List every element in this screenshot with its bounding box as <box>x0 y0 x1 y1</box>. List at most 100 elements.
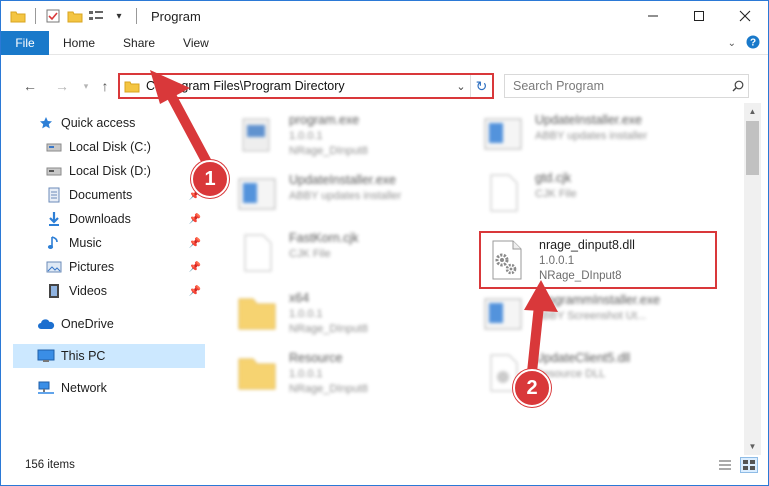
computer-icon <box>37 347 55 365</box>
refresh-icon[interactable]: ↻ <box>470 75 492 97</box>
minimize-icon[interactable] <box>630 1 676 31</box>
nav-item-label: Downloads <box>69 212 131 226</box>
view-switcher <box>716 457 758 473</box>
file-name: FastKorn.cjk <box>289 231 359 245</box>
file-name: program.exe <box>289 113 360 127</box>
file-name: gtd.cjk <box>535 171 572 185</box>
nav-item-documents[interactable]: Documents 📌 <box>45 183 207 207</box>
nav-item-videos[interactable]: Videos 📌 <box>45 279 207 303</box>
vertical-scrollbar[interactable]: ▲ ▼ <box>744 103 761 455</box>
installer-icon <box>481 293 525 337</box>
title-bar: ▾ Program <box>1 1 768 31</box>
nav-item-music[interactable]: Music 📌 <box>45 231 207 255</box>
details-view-icon[interactable] <box>716 457 734 473</box>
file-detail: Resource DLL <box>535 368 606 380</box>
dll-gear-icon <box>485 238 529 282</box>
new-folder-icon[interactable] <box>66 7 84 25</box>
file-detail: NRage_DInput8 <box>289 145 368 157</box>
tab-share[interactable]: Share <box>109 31 169 55</box>
pin-icon[interactable]: 📌 <box>189 214 201 225</box>
address-path[interactable]: C:\Program Files\Program Directory <box>146 79 452 93</box>
nav-item-onedrive[interactable]: OneDrive <box>37 312 207 336</box>
search-input[interactable]: Search Program <box>513 79 728 93</box>
search-icon[interactable] <box>728 80 748 92</box>
ribbon-tabs: File Home Share View ⌄ ? <box>1 30 768 55</box>
installer-icon <box>481 113 525 157</box>
tab-home[interactable]: Home <box>49 31 109 55</box>
file-item[interactable]: UpdateInstaller.exe ABBY updates install… <box>235 173 401 217</box>
properties-icon[interactable] <box>44 7 62 25</box>
close-icon[interactable] <box>722 1 768 31</box>
scroll-up-icon[interactable]: ▲ <box>744 103 761 120</box>
step-badge-1: 1 <box>191 160 229 198</box>
nav-item-label: Network <box>61 381 107 395</box>
file-detail: 1.0.0.1 <box>289 130 323 142</box>
star-icon <box>37 114 55 132</box>
explorer-window: ▾ Program File Home Share View ⌄ ? ← → ▾… <box>0 0 769 486</box>
file-item[interactable]: ProgrammInstaller.exe ABBY Screenshot Ut… <box>481 293 660 337</box>
tiles-view-icon[interactable] <box>740 457 758 473</box>
nav-item-label: OneDrive <box>61 317 114 331</box>
network-icon <box>37 379 55 397</box>
cloud-icon <box>37 315 55 333</box>
back-icon[interactable]: ← <box>19 75 41 97</box>
file-item[interactable]: program.exe 1.0.0.1 NRage_DInput8 <box>235 113 368 157</box>
music-icon <box>45 234 63 252</box>
file-product: NRage_DInput8 <box>539 270 622 282</box>
navigation-bar: ← → ▾ ↑ C:\Program Files\Program Directo… <box>1 69 768 103</box>
file-item[interactable]: UpdateClient5.dll Resource DLL <box>481 351 630 395</box>
nav-item-label: Pictures <box>69 260 115 274</box>
tab-file[interactable]: File <box>1 30 49 55</box>
nav-item-quick-access[interactable]: Quick access <box>37 111 207 135</box>
exe-icon <box>235 113 279 157</box>
scroll-thumb[interactable] <box>746 121 759 175</box>
help-icon[interactable]: ? <box>746 35 760 52</box>
step-badge-2: 2 <box>513 369 551 407</box>
file-item[interactable]: gtd.cjk CJK File <box>481 171 577 215</box>
view-options-icon[interactable] <box>88 7 106 25</box>
file-detail: ABBY Screenshot Ut... <box>535 310 647 322</box>
file-version: 1.0.0.1 <box>539 255 575 267</box>
file-item[interactable]: FastKorn.cjk CJK File <box>235 231 358 275</box>
file-item[interactable]: x64 1.0.0.1 NRage_DInput8 <box>235 291 368 335</box>
highlighted-file-item[interactable]: nrage_dinput8.dll 1.0.0.1 NRage_DInput8 <box>479 231 717 289</box>
nav-item-pictures[interactable]: Pictures 📌 <box>45 255 207 279</box>
pin-icon[interactable]: 📌 <box>189 286 201 297</box>
file-name: UpdateInstaller.exe <box>535 113 643 127</box>
folder-icon <box>9 7 27 25</box>
document-icon <box>481 171 525 215</box>
address-bar[interactable]: C:\Program Files\Program Directory ⌄ ↻ <box>118 73 494 99</box>
file-item[interactable]: Resource 1.0.0.1 NRage_DInput8 <box>235 351 368 395</box>
nav-item-label: Local Disk (D:) <box>69 164 151 178</box>
downloads-icon <box>45 210 63 228</box>
nav-item-local-disk-d[interactable]: Local Disk (D:) <box>45 159 207 183</box>
search-box[interactable]: Search Program <box>504 74 749 98</box>
documents-icon <box>45 186 63 204</box>
tab-view[interactable]: View <box>169 31 223 55</box>
window-title: Program <box>151 8 201 24</box>
navigation-pane: Quick access Local Disk (C:) Local Disk … <box>1 107 207 447</box>
expand-ribbon-icon[interactable]: ⌄ <box>728 38 736 49</box>
scroll-down-icon[interactable]: ▼ <box>744 438 761 455</box>
folder-icon <box>235 351 279 395</box>
forward-icon[interactable]: → <box>51 75 73 97</box>
file-name: x64 <box>289 291 310 305</box>
status-bar: 156 items <box>1 455 768 475</box>
nav-item-local-disk-c[interactable]: Local Disk (C:) <box>45 135 207 159</box>
pin-icon[interactable]: 📌 <box>189 262 201 273</box>
maximize-icon[interactable] <box>676 1 722 31</box>
address-dropdown-icon[interactable]: ⌄ <box>452 80 470 93</box>
customize-toolbar-icon[interactable]: ▾ <box>110 7 128 25</box>
file-name: Resource <box>289 351 343 365</box>
installer-icon <box>235 173 279 217</box>
file-detail: ABBY updates installer <box>535 130 648 142</box>
file-item[interactable]: UpdateInstaller.exe ABBY updates install… <box>481 113 647 157</box>
item-count: 156 items <box>25 459 75 471</box>
nav-item-this-pc[interactable]: This PC <box>13 344 205 368</box>
nav-item-downloads[interactable]: Downloads 📌 <box>45 207 207 231</box>
ribbon-right-controls: ⌄ ? <box>728 31 760 55</box>
pin-icon[interactable]: 📌 <box>189 238 201 249</box>
document-icon <box>235 231 279 275</box>
up-icon[interactable]: ↑ <box>94 75 116 97</box>
nav-item-network[interactable]: Network <box>37 376 207 400</box>
